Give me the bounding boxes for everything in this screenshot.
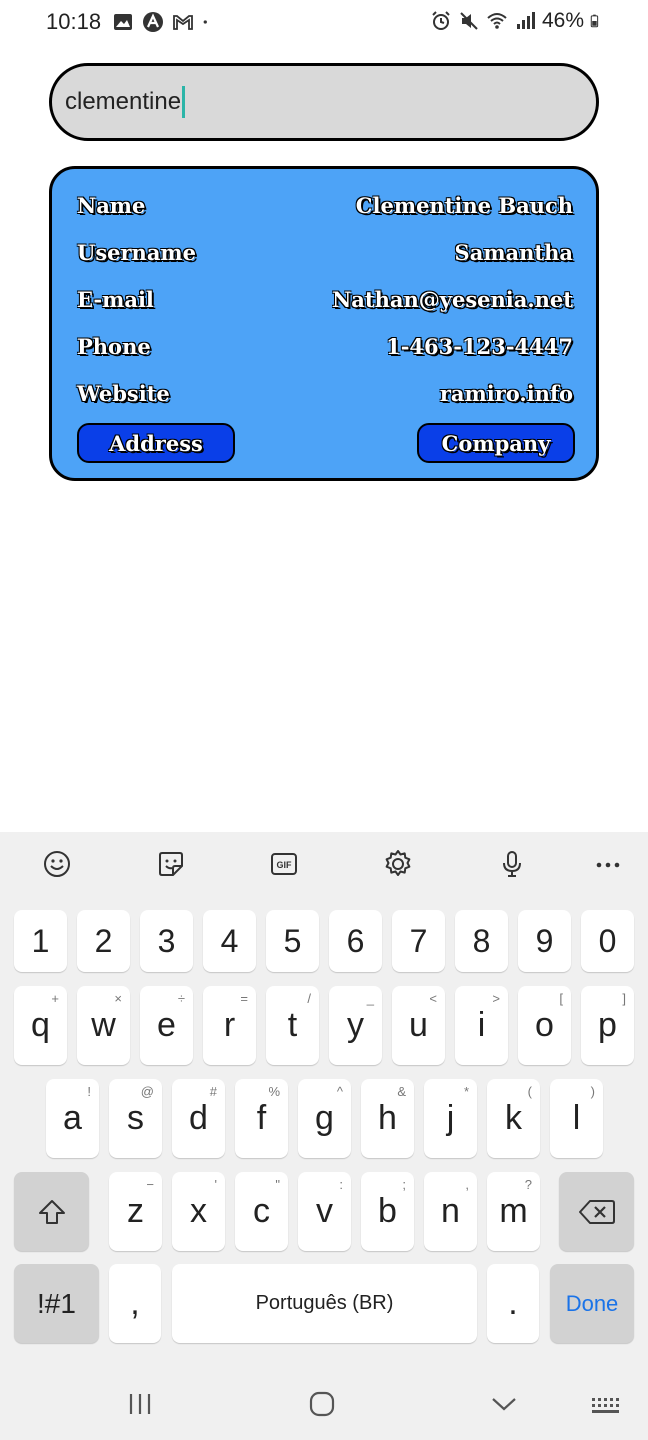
status-left-icons: [112, 11, 214, 33]
key-w[interactable]: × w: [77, 986, 130, 1065]
phone-value: 1-463-123-4447: [386, 333, 573, 359]
dot-icon: [203, 20, 207, 24]
key-f[interactable]: % f: [235, 1079, 288, 1158]
key-7[interactable]: 7: [392, 910, 445, 972]
alarm-icon: [432, 11, 450, 30]
key-m[interactable]: ? m: [487, 1172, 540, 1251]
user-card: Name Clementine Bauch Username Samantha …: [49, 166, 599, 481]
key-k[interactable]: (k: [487, 1079, 540, 1158]
key-0[interactable]: 0: [581, 910, 634, 972]
wifi-icon: [487, 13, 507, 29]
key-1[interactable]: 1: [14, 910, 67, 972]
email-label: E-mail: [77, 286, 154, 312]
gallery-icon: [114, 14, 132, 30]
search-input[interactable]: clementine: [49, 63, 599, 141]
key-4[interactable]: 4: [203, 910, 256, 972]
key-i[interactable]: > i: [455, 986, 508, 1065]
search-input-value: clementine: [65, 88, 182, 115]
home-icon[interactable]: [302, 1388, 342, 1420]
key-o[interactable]: [o: [518, 986, 571, 1065]
key-z[interactable]: − z: [109, 1172, 162, 1251]
key-r[interactable]: = r: [203, 986, 256, 1065]
key-u[interactable]: < u: [392, 986, 445, 1065]
name-label: Name: [77, 192, 146, 218]
key-q[interactable]: + q: [14, 986, 67, 1065]
space-key[interactable]: Português (BR): [172, 1264, 477, 1343]
symbols-key[interactable]: !#1: [14, 1264, 99, 1343]
key-3[interactable]: 3: [140, 910, 193, 972]
battery-percent: 46%: [541, 9, 584, 32]
navigation-bar: [0, 1370, 648, 1440]
card-row-username: Username Samantha: [77, 237, 573, 267]
shift-key[interactable]: [14, 1172, 89, 1251]
status-bar: 10:18 46%: [0, 0, 648, 46]
comma-key[interactable]: ,: [109, 1264, 161, 1343]
key-6[interactable]: 6: [329, 910, 382, 972]
gmail-icon: [173, 15, 193, 30]
key-c[interactable]: " c: [235, 1172, 288, 1251]
card-row-website: Website ramiro.info: [77, 378, 573, 408]
shift-icon: [38, 1199, 65, 1224]
more-icon[interactable]: [590, 846, 626, 882]
keyboard-toolbar: GIF: [0, 832, 648, 896]
username-label: Username: [77, 239, 197, 265]
period-key[interactable]: .: [487, 1264, 539, 1343]
company-button-label: Company: [441, 430, 551, 456]
card-row-phone: Phone 1-463-123-4447: [77, 331, 573, 361]
key-l[interactable]: ) l: [550, 1079, 603, 1158]
key-a[interactable]: ! a: [46, 1079, 99, 1158]
key-h[interactable]: & h: [361, 1079, 414, 1158]
company-button[interactable]: Company: [417, 423, 575, 463]
card-row-name: Name Clementine Bauch: [77, 190, 573, 220]
mic-icon[interactable]: [494, 846, 530, 882]
battery-icon: [590, 14, 599, 28]
key-j[interactable]: * j: [424, 1079, 477, 1158]
key-p[interactable]: ] p: [581, 986, 634, 1065]
recents-icon[interactable]: [120, 1388, 160, 1420]
address-button-label: Address: [109, 430, 203, 456]
email-value: Nathan@yesenia.net: [332, 286, 573, 312]
keyboard-switch-icon[interactable]: [586, 1388, 626, 1420]
key-5[interactable]: 5: [266, 910, 319, 972]
gif-icon[interactable]: GIF: [266, 846, 302, 882]
key-x[interactable]: ' x: [172, 1172, 225, 1251]
key-d[interactable]: # d: [172, 1079, 225, 1158]
key-9[interactable]: 9: [518, 910, 571, 972]
status-right-icons: 46%: [430, 9, 604, 33]
backspace-key[interactable]: [559, 1172, 634, 1251]
key-b[interactable]: ; b: [361, 1172, 414, 1251]
back-icon[interactable]: [484, 1388, 524, 1420]
keyboard: GIF 1 2 3 4 5 6 7 8 9 0 + q × w ÷ e = r / t _…: [0, 832, 648, 1440]
status-time: 10:18: [46, 9, 102, 34]
username-value: Samantha: [454, 239, 573, 265]
text-caret: [182, 86, 186, 118]
backspace-icon: [578, 1199, 615, 1224]
settings-icon[interactable]: [380, 846, 416, 882]
svg-text:GIF: GIF: [277, 860, 293, 870]
key-8[interactable]: 8: [455, 910, 508, 972]
key-v[interactable]: :v: [298, 1172, 351, 1251]
done-key[interactable]: Done: [550, 1264, 634, 1343]
card-row-email: E-mail Nathan@yesenia.net: [77, 284, 573, 314]
website-value: ramiro.info: [439, 380, 573, 406]
app-icon: [143, 12, 163, 32]
signal-icon: [516, 12, 535, 29]
key-t[interactable]: / t: [266, 986, 319, 1065]
website-label: Website: [77, 380, 170, 406]
key-2[interactable]: 2: [77, 910, 130, 972]
address-button[interactable]: Address: [77, 423, 235, 463]
key-n[interactable]: ,n: [424, 1172, 477, 1251]
key-e[interactable]: ÷ e: [140, 986, 193, 1065]
name-value: Clementine Bauch: [355, 192, 573, 218]
key-s[interactable]: @ s: [109, 1079, 162, 1158]
emoji-icon[interactable]: [39, 846, 75, 882]
mute-icon: [460, 12, 478, 30]
key-g[interactable]: ^ g: [298, 1079, 351, 1158]
sticker-icon[interactable]: [153, 846, 189, 882]
phone-label: Phone: [77, 333, 151, 359]
key-y[interactable]: _ y: [329, 986, 382, 1065]
